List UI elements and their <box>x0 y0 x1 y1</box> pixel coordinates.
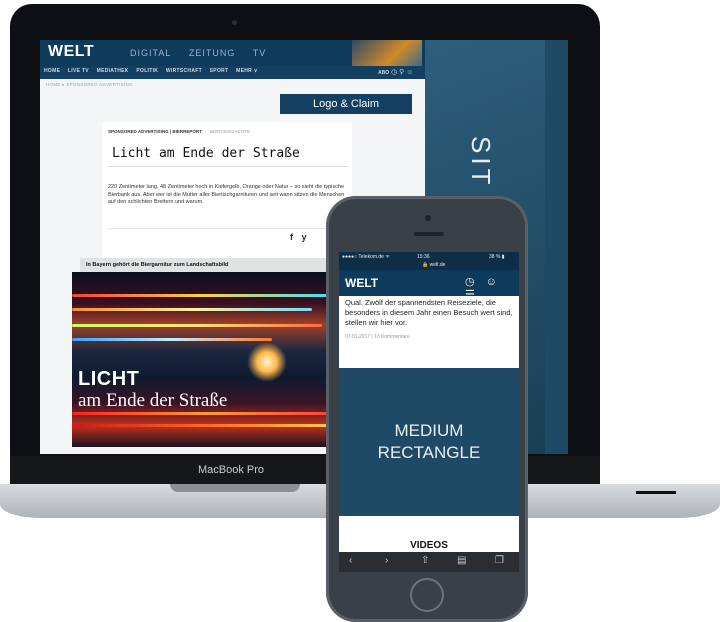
light-streak <box>72 308 312 311</box>
phone-screen: ●●●●○ Telekom.de ᯤ 15:36 🔒 welt.de 38 % … <box>339 252 519 572</box>
mobile-teaser-meta: 07.01.2017 | 13 Kommentare <box>345 334 410 340</box>
safari-toolbar: ‹ › ⇧ ▤ ❐ <box>339 552 519 572</box>
light-streak <box>72 424 340 427</box>
url-bar[interactable]: 🔒 welt.de <box>422 262 445 268</box>
image-caption: In Bayern gehört die Biergarnitur zum La… <box>80 258 332 272</box>
clock-icon[interactable]: ◷ <box>391 69 397 76</box>
phone-speaker <box>414 232 444 236</box>
sub-nav-home[interactable]: HOME <box>44 68 60 74</box>
back-icon[interactable]: ‹ <box>349 555 352 566</box>
logo-claim-banner[interactable]: Logo & Claim <box>280 94 412 114</box>
light-streak <box>72 294 332 297</box>
nav-tv[interactable]: TV <box>253 48 267 58</box>
laptop-notch <box>170 484 300 492</box>
ad-label-line2: RECTANGLE <box>377 443 481 462</box>
clock-icon[interactable]: ◷ <box>465 276 475 288</box>
share-icon[interactable]: ⇧ <box>421 555 429 566</box>
laptop-base-edge <box>636 491 676 494</box>
hero-image: LICHT am Ende der Straße <box>72 272 340 447</box>
sub-nav-wirtschaft[interactable]: WIRTSCHAFT <box>166 68 202 74</box>
breadcrumb[interactable]: HOME ▸ SPONSORED ADVERTISING <box>46 82 133 88</box>
article-title: Licht am Ende der Straße <box>112 146 300 161</box>
nav-digital[interactable]: DIGITAL <box>130 48 171 58</box>
search-icon[interactable]: ⚲ <box>399 69 404 76</box>
top-nav: DIGITAL ZEITUNG TV <box>130 48 280 58</box>
tabs-icon[interactable]: ❐ <box>495 555 504 566</box>
carrier-label: ●●●●○ Telekom.de ᯤ <box>342 254 390 260</box>
divider <box>108 166 348 167</box>
twitter-icon[interactable]: y <box>302 232 307 242</box>
hero-subtitle: am Ende der Straße <box>78 390 228 411</box>
bookmarks-icon[interactable]: ▤ <box>457 555 466 566</box>
medium-rectangle-label: MEDIUM RECTANGLE <box>339 420 519 464</box>
sub-nav-mediathek[interactable]: MEDIATHEK <box>97 68 129 74</box>
user-icon[interactable]: ☺ <box>406 69 413 76</box>
user-icon[interactable]: ☺ <box>486 276 497 288</box>
light-streak <box>72 412 340 415</box>
hero-title: LICHT <box>78 368 140 390</box>
macbook-label: MacBook Pro <box>198 464 265 476</box>
light-streak <box>72 338 272 341</box>
abo-link[interactable]: ABO <box>378 70 389 76</box>
site-skin-label: SIT <box>466 136 496 189</box>
sub-nav-politik[interactable]: POLITIK <box>136 68 158 74</box>
status-time: 15:36 <box>417 254 430 260</box>
mobile-welt-logo[interactable]: WELT <box>345 276 378 290</box>
article-body: 220 Zentimeter lang, 48 Zentimeter hoch … <box>108 184 345 205</box>
welt-logo[interactable]: WELT <box>48 43 94 61</box>
ad-label-line1: MEDIUM <box>394 421 464 440</box>
battery-label: 38 % ▮ <box>489 254 505 260</box>
phone-camera <box>425 215 431 221</box>
sub-nav-livetv[interactable]: LIVE TV <box>68 68 89 74</box>
mobile-teaser-text[interactable]: Qual. Zwölf der spannendsten Reiseziele,… <box>345 298 515 328</box>
header-thumbnail[interactable] <box>352 40 422 66</box>
nav-zeitung[interactable]: ZEITUNG <box>189 48 236 58</box>
status-bar: ●●●●○ Telekom.de ᯤ 15:36 🔒 welt.de 38 % … <box>339 252 519 270</box>
sub-nav-sport[interactable]: SPORT <box>210 68 229 74</box>
home-button[interactable] <box>410 578 444 612</box>
light-glow <box>247 342 287 382</box>
article-kicker-secondary: BIERGESCHICHTE <box>210 129 251 134</box>
header-icons: ABO ◷ ⚲ ☺ <box>378 68 413 76</box>
sub-nav-mehr[interactable]: MEHR ∨ <box>236 68 258 74</box>
videos-heading[interactable]: VIDEOS <box>339 540 519 551</box>
forward-icon[interactable]: › <box>385 555 388 566</box>
article-kicker: SPONSORED ADVERTISING | BIERREPORT <box>108 129 202 134</box>
facebook-icon[interactable]: f <box>290 232 293 242</box>
share-icons: f y <box>290 232 313 242</box>
sub-nav: HOME LIVE TV MEDIATHEK POLITIK WIRTSCHAF… <box>44 68 264 74</box>
laptop-camera <box>232 20 237 25</box>
light-streak <box>72 324 322 327</box>
